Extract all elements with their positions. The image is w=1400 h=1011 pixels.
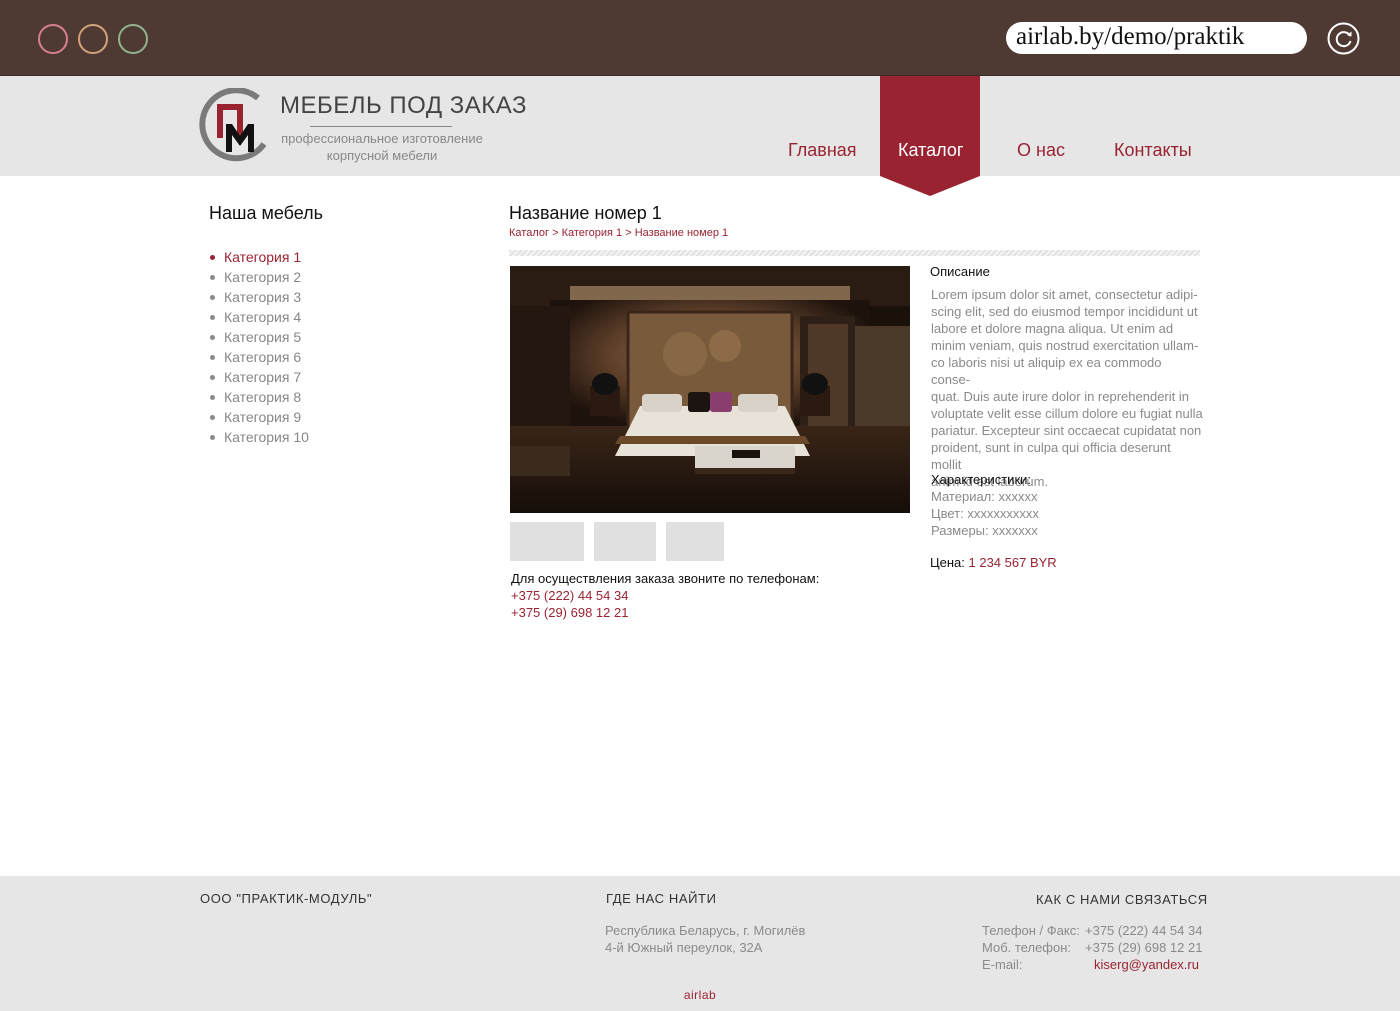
browser-toolbar: airlab.by/demo/praktik bbox=[0, 0, 1400, 76]
logo-divider bbox=[310, 126, 452, 127]
footer-mobile-label: Моб. телефон: bbox=[982, 940, 1072, 955]
category-item[interactable]: Категория 2 bbox=[210, 267, 309, 287]
category-item[interactable]: Категория 7 bbox=[210, 367, 309, 387]
category-item[interactable]: Категория 3 bbox=[210, 287, 309, 307]
close-window-button[interactable] bbox=[38, 24, 68, 54]
nav-item-catalog[interactable]: Каталог bbox=[898, 140, 963, 161]
spec-color: Цвет: xxxxxxxxxxx bbox=[931, 506, 1039, 521]
category-item[interactable]: Категория 8 bbox=[210, 387, 309, 407]
footer-address-line: Республика Беларусь, г. Могилёв bbox=[605, 923, 806, 938]
footer-location-heading: ГДЕ НАС НАЙТИ bbox=[606, 891, 717, 906]
description-line: pariatur. Excepteur sint occaecat cupida… bbox=[931, 423, 1202, 438]
order-phone-link[interactable]: +375 (222) 44 54 34 bbox=[511, 588, 628, 603]
category-item[interactable]: Категория 4 bbox=[210, 307, 309, 327]
price-value: 1 234 567 BYR bbox=[968, 555, 1057, 570]
breadcrumb: Каталог > Категория 1 > Название номер 1 bbox=[509, 227, 728, 239]
description-line: labore et dolore magna aliqua. Ut enim a… bbox=[931, 321, 1174, 336]
description-line: minim veniam, quis nostrud exercitation … bbox=[931, 338, 1199, 353]
tagline-line-1: профессиональное изготовление bbox=[281, 131, 483, 146]
price-label: Цена: bbox=[930, 555, 965, 570]
category-item[interactable]: Категория 6 bbox=[210, 347, 309, 367]
footer-company-name: ООО "ПРАКТИК-МОДУЛЬ" bbox=[200, 891, 373, 906]
description-line: proident, sunt in culpa qui officia dese… bbox=[931, 440, 1171, 472]
spec-dimensions: Размеры: xxxxxxx bbox=[931, 523, 1038, 538]
description-text: Lorem ipsum dolor sit amet, consectetur … bbox=[931, 286, 1203, 490]
footer-email-link[interactable]: kiserg@yandex.ru bbox=[1094, 957, 1199, 972]
footer-phone-fax-label: Телефон / Факс: bbox=[982, 923, 1080, 938]
category-item[interactable]: Категория 5 bbox=[210, 327, 309, 347]
nav-item-contacts[interactable]: Контакты bbox=[1114, 140, 1192, 161]
footer-address-line: 4-й Южный переулок, 32А bbox=[605, 940, 763, 955]
category-item[interactable]: Категория 9 bbox=[210, 407, 309, 427]
description-line: co laboris nisi ut aliquip ex ea commodo… bbox=[931, 355, 1162, 387]
footer-email-label: E-mail: bbox=[982, 957, 1023, 972]
product-thumbnail[interactable] bbox=[510, 522, 584, 561]
category-item[interactable]: Категория 1 bbox=[210, 247, 309, 267]
description-line: scing elit, sed do eiusmod tempor incidi… bbox=[931, 304, 1198, 319]
nav-active-indicator bbox=[880, 76, 980, 196]
category-item[interactable]: Категория 10 bbox=[210, 427, 309, 447]
product-thumbnail[interactable] bbox=[666, 522, 724, 561]
footer-contact-heading: КАК С НАМИ СВЯЗАТЬСЯ bbox=[1036, 892, 1208, 907]
spec-material: Материал: xxxxxx bbox=[931, 489, 1038, 504]
price: Цена: 1 234 567 BYR bbox=[930, 555, 1057, 570]
specs-heading: Характеристики: bbox=[931, 472, 1032, 487]
product-thumbnail[interactable] bbox=[594, 522, 656, 561]
breadcrumb-separator: > bbox=[625, 227, 632, 239]
order-instructions: Для осуществления заказа звоните по теле… bbox=[511, 571, 820, 586]
category-list: Категория 1 Категория 2 Категория 3 Кате… bbox=[210, 247, 309, 447]
description-line: voluptate velit esse cillum dolore eu fu… bbox=[931, 406, 1203, 421]
breadcrumb-separator: > bbox=[552, 227, 559, 239]
footer-mobile-value[interactable]: +375 (29) 698 12 21 bbox=[1085, 940, 1202, 955]
description-heading: Описание bbox=[930, 264, 990, 279]
sidebar-title: Наша мебель bbox=[209, 203, 324, 223]
site-tagline: профессиональное изготовление корпусной … bbox=[280, 130, 484, 164]
order-phone-link[interactable]: +375 (29) 698 12 21 bbox=[511, 605, 628, 620]
description-line: Lorem ipsum dolor sit amet, consectetur … bbox=[931, 287, 1198, 302]
product-photo[interactable] bbox=[510, 266, 910, 513]
nav-item-home[interactable]: Главная bbox=[788, 140, 857, 161]
product-title: Название номер 1 bbox=[509, 203, 662, 223]
breadcrumb-item-current: Название номер 1 bbox=[634, 227, 729, 239]
minimize-window-button[interactable] bbox=[78, 24, 108, 54]
breadcrumb-item-category[interactable]: Категория 1 bbox=[562, 227, 623, 239]
footer-phone-fax-value[interactable]: +375 (222) 44 54 34 bbox=[1085, 923, 1202, 938]
site-title[interactable]: МЕБЕЛЬ ПОД ЗАКАЗ bbox=[280, 92, 527, 120]
description-line: quat. Duis aute irure dolor in reprehend… bbox=[931, 389, 1189, 404]
footer-credit-link[interactable]: airlab bbox=[0, 988, 1400, 1002]
content-divider bbox=[509, 250, 1200, 256]
breadcrumb-item-catalog[interactable]: Каталог bbox=[509, 227, 549, 239]
tagline-line-2: корпусной мебели bbox=[326, 148, 438, 163]
logo-icon[interactable] bbox=[198, 88, 272, 162]
maximize-window-button[interactable] bbox=[118, 24, 148, 54]
address-bar[interactable]: airlab.by/demo/praktik bbox=[1006, 22, 1307, 54]
nav-item-about[interactable]: О нас bbox=[1017, 140, 1065, 161]
refresh-icon[interactable] bbox=[1327, 22, 1360, 55]
